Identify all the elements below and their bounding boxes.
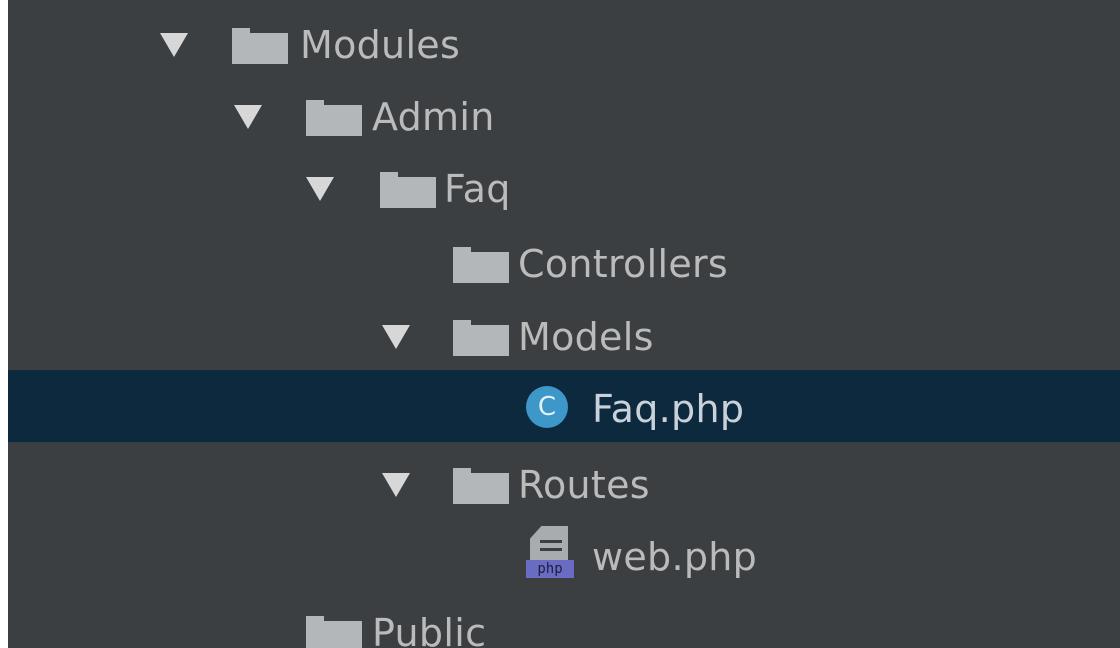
expand-arrow-icon[interactable] — [382, 473, 410, 497]
tree-node-models[interactable]: Models — [8, 298, 1120, 370]
folder-icon — [453, 247, 509, 285]
tree-node-faq-php[interactable]: C Faq.php — [8, 370, 1120, 442]
tree-node-label: Admin — [372, 95, 495, 139]
tree-node-label: Public — [372, 611, 487, 648]
tree-node-label: Faq — [444, 167, 511, 211]
tree-node-controllers[interactable]: Controllers — [8, 225, 1120, 297]
tree-node-label: Models — [518, 315, 654, 359]
tree-node-routes[interactable]: Routes — [8, 446, 1120, 518]
tree-node-faq[interactable]: Faq — [8, 150, 1120, 222]
tree-node-admin[interactable]: Admin — [8, 78, 1120, 150]
tree-node-label: Faq.php — [592, 387, 745, 431]
folder-icon — [306, 616, 362, 648]
folder-icon — [232, 28, 288, 66]
tree-node-label: Modules — [300, 23, 461, 67]
tree-node-web-php[interactable]: php web.php — [8, 518, 1120, 590]
project-tree: Modules Admin Faq Controllers Models C F… — [8, 0, 1120, 648]
folder-icon — [453, 468, 509, 506]
expand-arrow-icon[interactable] — [382, 325, 410, 349]
folder-icon — [453, 320, 509, 358]
expand-arrow-icon[interactable] — [306, 177, 334, 201]
folder-icon — [380, 172, 436, 210]
tree-node-public[interactable]: Public — [8, 594, 1120, 648]
php-badge: php — [526, 560, 574, 578]
php-class-icon: C — [526, 386, 568, 428]
php-file-icon: php — [526, 526, 574, 582]
expand-arrow-icon[interactable] — [234, 105, 262, 129]
tree-node-label: Controllers — [518, 242, 729, 286]
expand-arrow-icon[interactable] — [160, 33, 188, 57]
tree-node-modules[interactable]: Modules — [8, 6, 1120, 78]
tree-node-label: web.php — [592, 535, 758, 579]
folder-icon — [306, 100, 362, 138]
tree-node-label: Routes — [518, 463, 650, 507]
